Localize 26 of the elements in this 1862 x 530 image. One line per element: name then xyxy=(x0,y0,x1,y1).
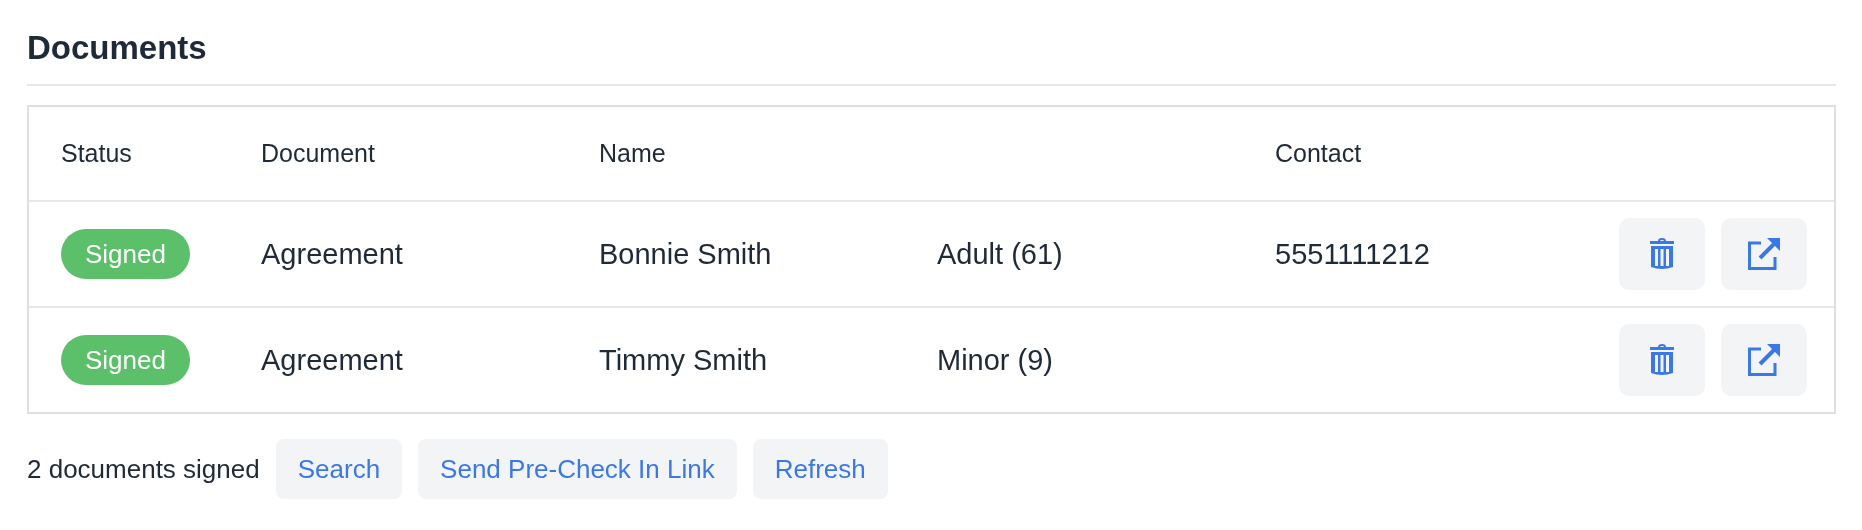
section-title: Documents xyxy=(27,28,208,68)
documents-summary: 2 documents signed xyxy=(27,453,260,485)
status-badge: Signed xyxy=(61,229,190,279)
column-header: Status xyxy=(61,139,133,168)
open-external-button[interactable] xyxy=(1721,218,1807,290)
table-cell-text: Minor (9) xyxy=(937,343,1054,377)
delete-button[interactable] xyxy=(1619,324,1705,396)
footer-button[interactable]: Search xyxy=(275,439,403,499)
footer-button[interactable]: Send Pre-Check In Link xyxy=(418,439,737,499)
open-external-button[interactable] xyxy=(1721,324,1807,396)
column-header: Contact xyxy=(1275,139,1363,168)
status-badge: Signed xyxy=(61,335,190,385)
external-link-icon xyxy=(1748,344,1780,376)
table-cell-text: Agreement xyxy=(261,237,404,271)
table-cell-text: Agreement xyxy=(261,343,404,377)
table-cell-text: Bonnie Smith xyxy=(599,237,773,271)
column-header: Name xyxy=(599,139,667,168)
trash-icon xyxy=(1650,344,1674,376)
column-header: Document xyxy=(261,139,376,168)
table-cell-text: Adult (61) xyxy=(937,237,1064,271)
trash-icon xyxy=(1650,238,1674,270)
external-link-icon xyxy=(1748,238,1780,270)
table-cell-text: Timmy Smith xyxy=(599,343,769,377)
footer-button[interactable]: Refresh xyxy=(752,439,888,499)
delete-button[interactable] xyxy=(1619,218,1705,290)
table-cell-text: 5551111212 xyxy=(1275,237,1431,271)
